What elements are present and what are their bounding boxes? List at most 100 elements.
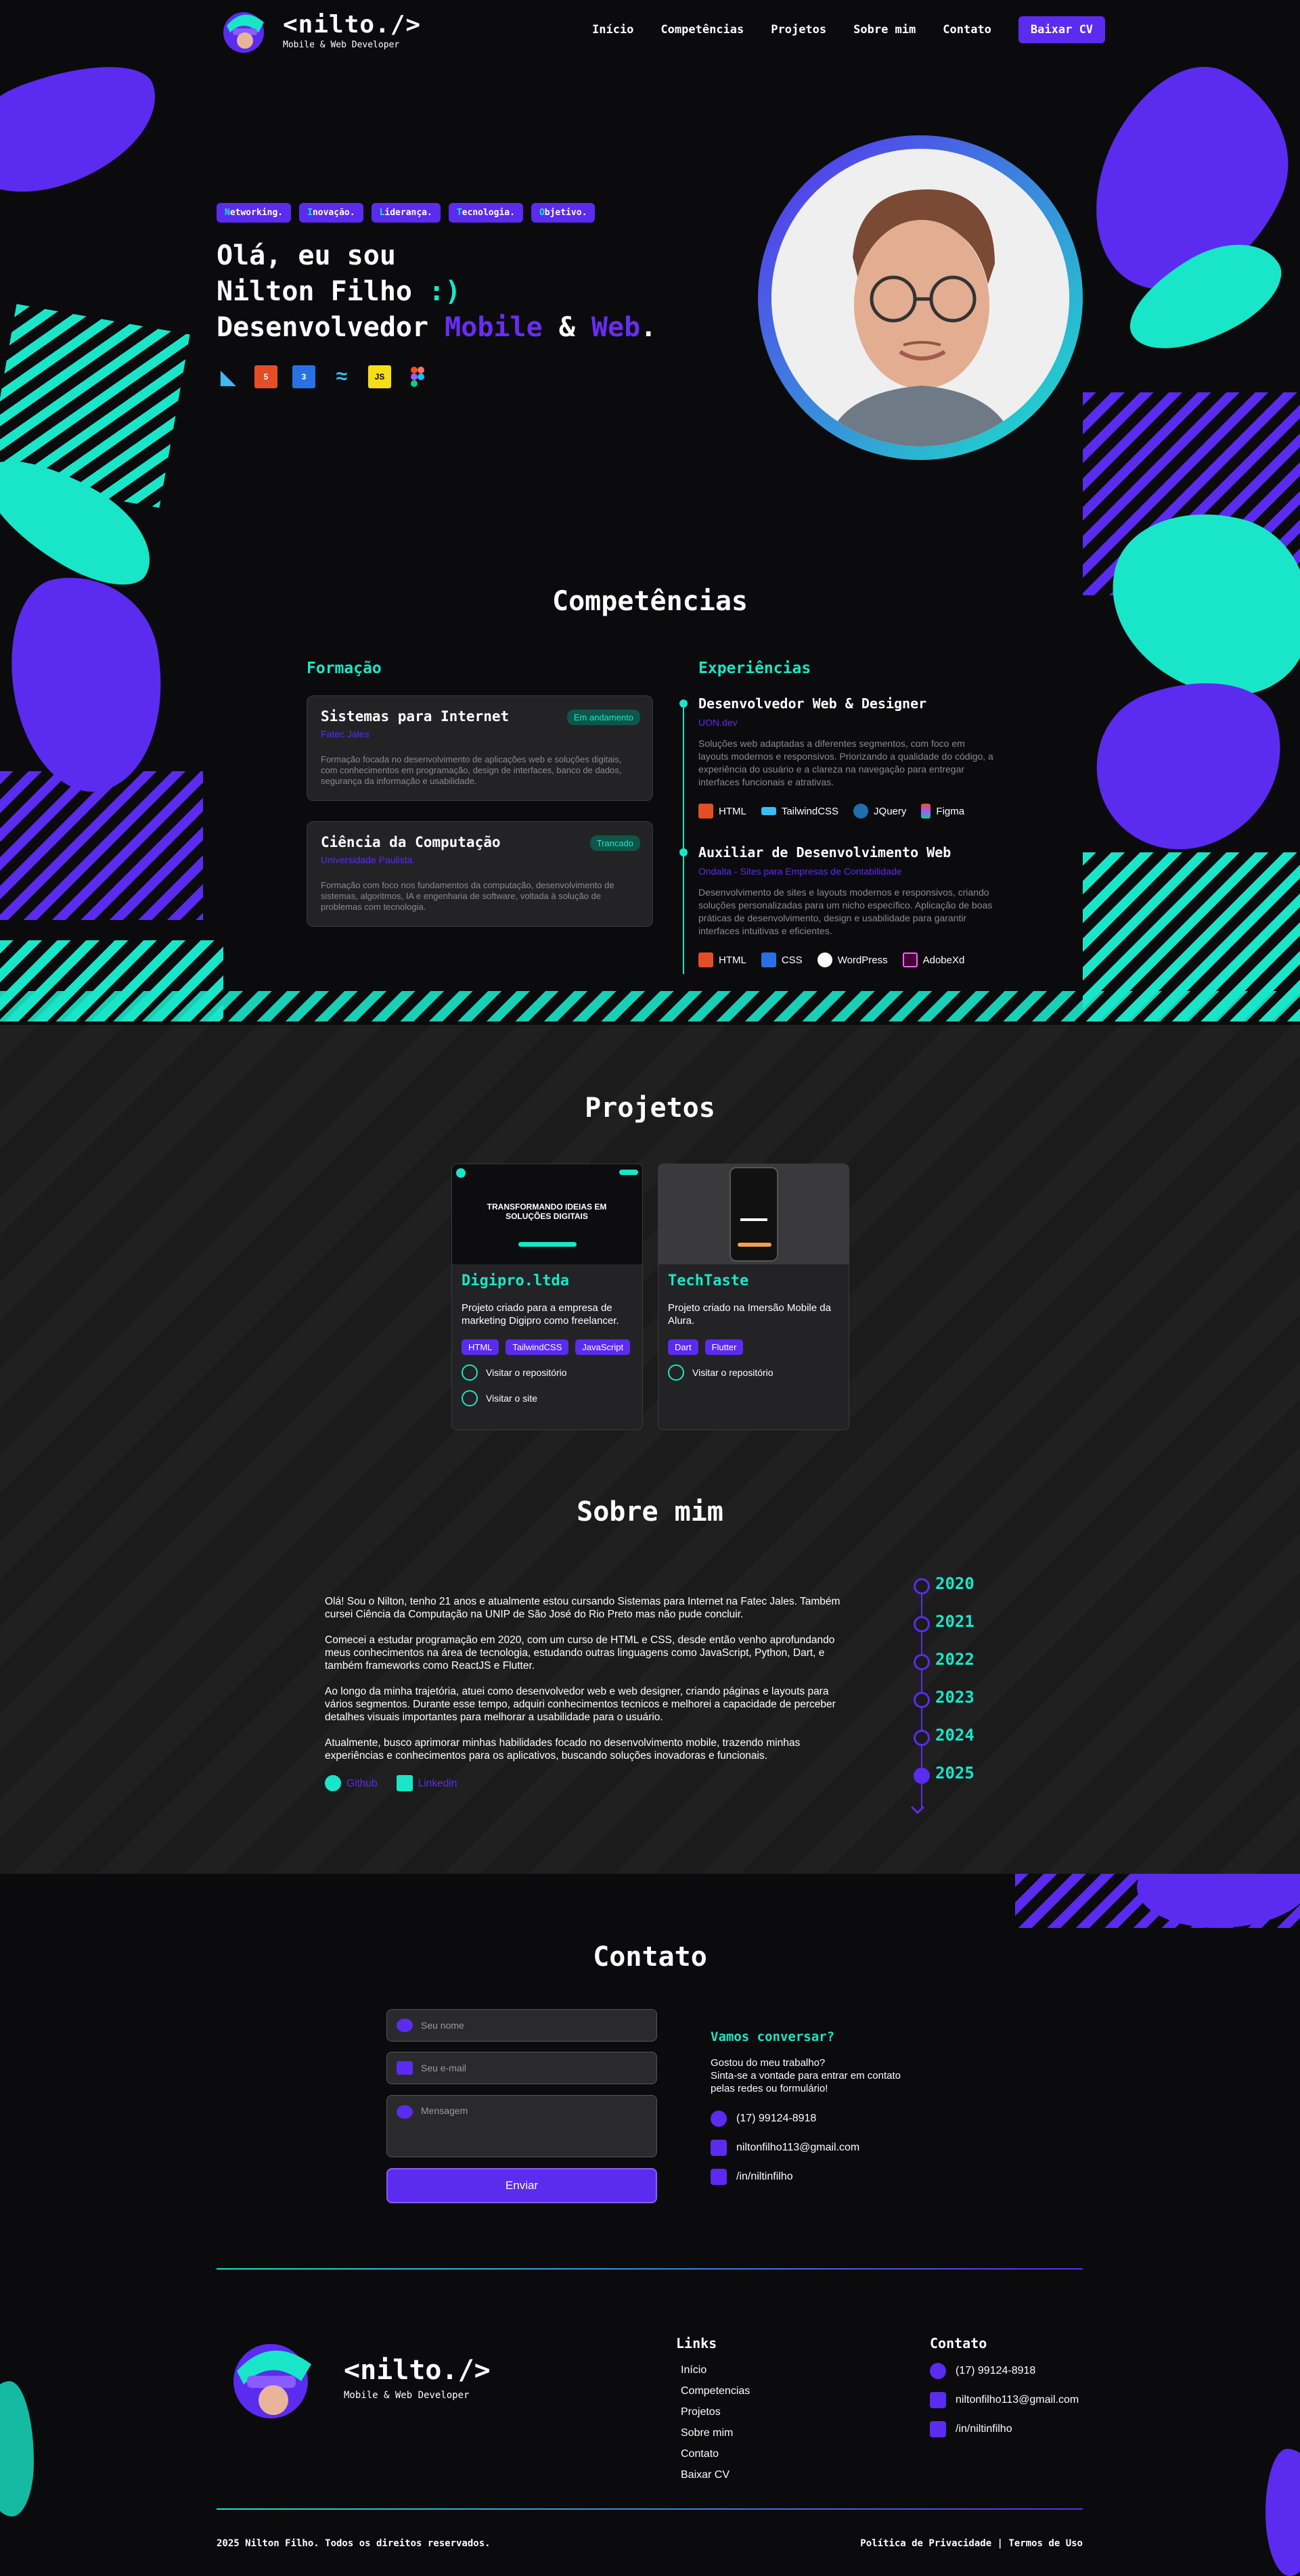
year-label: 2021 [935,1612,974,1631]
footer-logo[interactable]: <nilto./> Mobile & Web Developer [217,2334,491,2422]
contact-linkedin[interactable]: /in/niltinfilho [711,2169,793,2185]
site-link[interactable]: Visitar o site [462,1390,633,1406]
footer-link-cv[interactable]: Baixar CV [681,2469,730,2481]
brand-subtitle: Mobile & Web Developer [283,40,400,50]
year-dot [914,1616,930,1632]
globe-icon [462,1390,478,1406]
jquery-icon [853,804,869,819]
linkedin-icon [396,1775,413,1791]
experience-company: UON.dev [698,717,738,728]
tailwind-icon [761,807,776,815]
footer-link-inicio[interactable]: Início [681,2364,707,2376]
nav-competencias[interactable]: Competências [660,23,744,37]
linkedin-link[interactable]: Linkedin [396,1775,457,1791]
linkedin-icon [930,2421,946,2437]
experience-description: Desenvolvimento de sites e layouts moder… [698,887,993,936]
divider [217,2508,1083,2510]
course-institution: Fatec Jales [321,729,369,739]
skill-tailwind: TailwindCSS [761,806,838,817]
send-button[interactable]: Enviar [386,2168,657,2203]
brand-logo[interactable]: <nilto./> Mobile & Web Developer [217,5,421,55]
year-dot [914,1654,930,1670]
course-institution: Universidade Paulista [321,854,413,865]
javascript-icon: JS [368,365,391,388]
project-tag: TailwindCSS [506,1339,569,1355]
experience-skills: HTML TailwindCSS JQuery Figma [698,804,996,819]
skill-html: HTML [698,804,746,819]
hero-smile: :) [428,276,462,307]
footer-linkedin[interactable]: /in/niltinfilho [930,2421,1012,2437]
skill-figma: Figma [921,804,964,819]
figma-icon [921,804,931,819]
project-tag: HTML [462,1339,499,1355]
formacao-card: Ciência da Computação Universidade Pauli… [307,821,653,927]
contact-phone[interactable]: (17) 99124-8918 [711,2111,816,2127]
footer-link-projetos[interactable]: Projetos [681,2406,721,2418]
css3-icon: 3 [292,365,315,388]
tag-objetivo: Objetivo. [531,203,596,223]
message-textarea[interactable]: Mensagem [386,2095,657,2157]
flutter-icon: ◣ [221,366,236,388]
experience-skills: HTML CSS WordPress AdobeXd [698,952,996,967]
email-input[interactable]: Seu e-mail [386,2052,657,2084]
nav-contato[interactable]: Contato [943,23,991,37]
nav-inicio[interactable]: Início [592,23,633,37]
tag-networking: Networking. [217,203,292,223]
profile-avatar [771,149,1069,446]
formacao-card: Sistemas para Internet Fatec Jales Forma… [307,695,653,801]
nav-sobre[interactable]: Sobre mim [853,23,916,37]
year-dot [914,1692,930,1708]
brand-name: <nilto./> [283,11,422,39]
footer-link-contato[interactable]: Contato [681,2448,719,2460]
footer-link-sobre[interactable]: Sobre mim [681,2427,733,2439]
status-badge: Trancado [589,835,640,851]
download-cv-button[interactable]: Baixar CV [1018,16,1106,43]
about-paragraph: Olá! Sou o Nilton, tenho 21 anos e atual… [325,1596,840,1620]
chat-icon [397,2105,413,2119]
tag-lideranca: Liderança. [371,203,441,223]
skill-jquery: JQuery [853,804,906,819]
nav-projetos[interactable]: Projetos [771,23,826,37]
footer-phone[interactable]: (17) 99124-8918 [930,2363,1035,2379]
year-label: 2020 [935,1574,974,1593]
experience-company: Ondalta - Sites para Empresas de Contabi… [698,866,902,877]
github-icon [462,1364,478,1381]
formacao-title: Formação [307,660,382,677]
divider [217,2268,1083,2270]
project-thumbnail: TRANSFORMANDO IDEIAS EM SOLUÇÕES DIGITAI… [452,1164,642,1264]
sobre-title: Sobre mim [577,1496,723,1527]
logo-avatar-icon [233,2344,311,2418]
github-link[interactable]: Github [325,1775,378,1791]
project-name: TechTaste [668,1272,749,1289]
repo-link[interactable]: Visitar o repositório [462,1364,633,1381]
hero-tags: Networking. Inovação. Liderança. Tecnolo… [217,203,596,223]
thumbnail-heading: TRANSFORMANDO IDEIAS EM SOLUÇÕES DIGITAI… [487,1202,607,1221]
year-label: 2025 [935,1764,974,1782]
footer-graffiti-right [1265,2449,1300,2576]
competencias-title: Competências [552,586,748,617]
repo-link[interactable]: Visitar o repositório [668,1364,839,1381]
timeline-dot [679,848,688,856]
project-card[interactable]: TRANSFORMANDO IDEIAS EM SOLUÇÕES DIGITAI… [451,1164,643,1430]
status-badge: Em andamento [566,710,640,725]
footer-link-competencias[interactable]: Competencias [681,2385,750,2397]
skill-html: HTML [698,952,746,967]
skill-wordpress: WordPress [817,952,888,967]
about-social-links: Github Linkedin [325,1775,859,1791]
hero-dot: . [640,312,657,343]
hero-mobile: Mobile [445,312,543,343]
about-paragraph: Ao longo da minha trajetória, atuei como… [325,1686,836,1723]
contact-email[interactable]: niltonfilho113@gmail.com [711,2140,859,2156]
year-label: 2022 [935,1650,974,1669]
figma-icon [406,365,429,388]
github-icon [668,1364,684,1381]
about-paragraph: Atualmente, busco aprimorar minhas habil… [325,1737,801,1762]
project-card[interactable]: TechTaste Projeto criado na Imersão Mobi… [658,1164,849,1430]
contato-title: Contato [593,1941,707,1973]
policy-links[interactable]: Política de Privacidade | Termos de Uso [860,2538,1083,2549]
tag-inovacao: Inovação. [299,203,363,223]
name-input[interactable]: Seu nome [386,2009,657,2042]
project-tag: Dart [668,1339,698,1355]
experience-item: Auxiliar de Desenvolvimento Web Ondalta … [698,844,996,967]
footer-email[interactable]: niltonfilho113@gmail.com [930,2392,1079,2408]
